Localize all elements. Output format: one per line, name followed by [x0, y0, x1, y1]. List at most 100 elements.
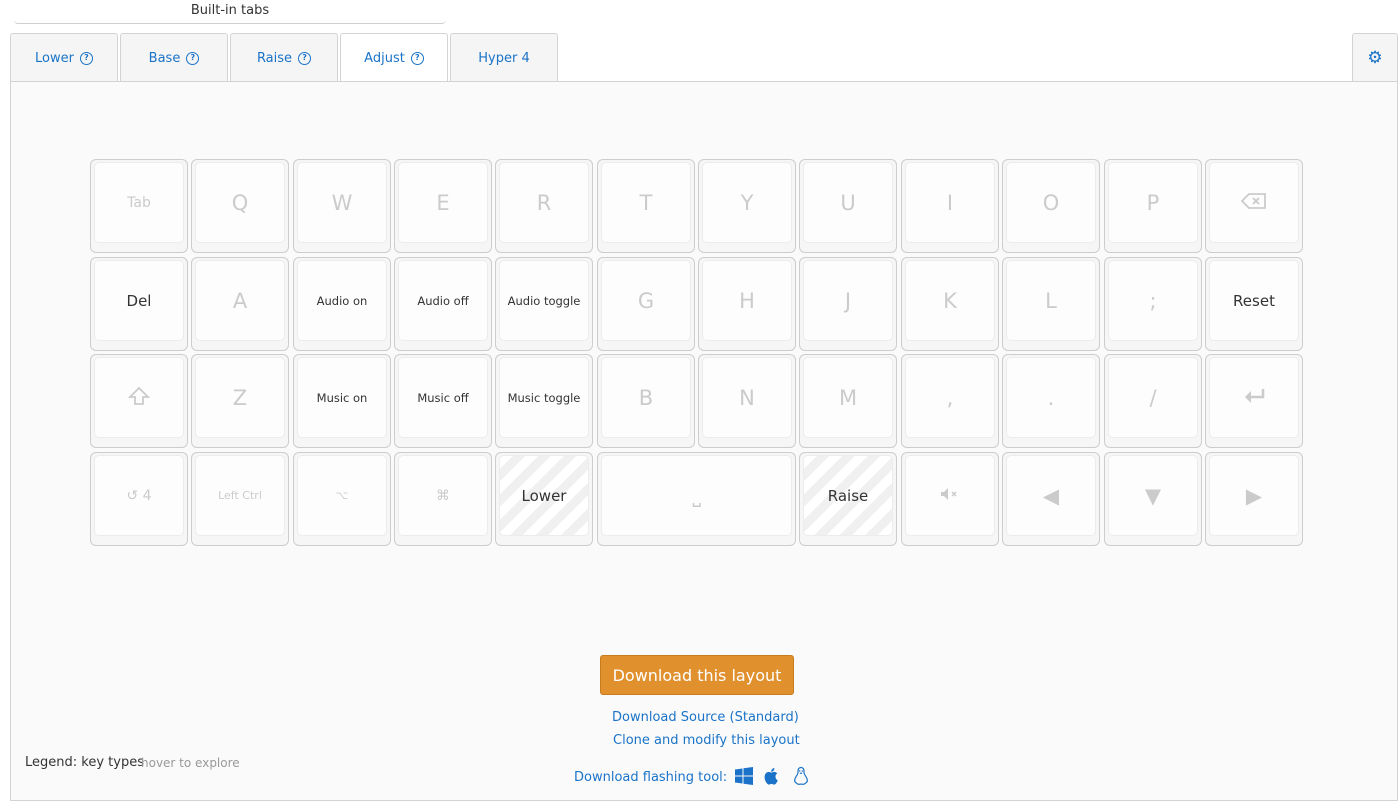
- help-icon[interactable]: ?: [186, 51, 200, 65]
- key-1-8[interactable]: K: [901, 257, 999, 351]
- keycap: Music toggle: [499, 357, 589, 438]
- key-2-4[interactable]: Music toggle: [495, 354, 593, 448]
- key-label: Z: [232, 385, 248, 410]
- key-1-0[interactable]: Del: [90, 257, 188, 351]
- keycap: Music on: [297, 357, 387, 438]
- keycap: A: [195, 260, 285, 341]
- gear-icon: ⚙: [1367, 48, 1383, 68]
- key-3-8[interactable]: ◀: [1002, 452, 1100, 546]
- keycap: W: [297, 162, 387, 243]
- key-0-10[interactable]: P: [1104, 159, 1202, 253]
- key-1-3[interactable]: Audio off: [394, 257, 492, 351]
- key-2-6[interactable]: N: [698, 354, 796, 448]
- enter-icon: [1241, 387, 1267, 409]
- key-label: ◀: [1042, 483, 1060, 508]
- key-1-2[interactable]: Audio on: [293, 257, 391, 351]
- key-3-7[interactable]: [901, 452, 999, 546]
- key-0-4[interactable]: R: [495, 159, 593, 253]
- tab-label: Lower: [35, 50, 74, 66]
- clone-layout-link[interactable]: Clone and modify this layout: [613, 733, 800, 748]
- tab-adjust[interactable]: Adjust ?: [340, 33, 448, 82]
- key-3-9[interactable]: ▼: [1104, 452, 1202, 546]
- key-1-9[interactable]: L: [1002, 257, 1100, 351]
- key-2-8[interactable]: ,: [901, 354, 999, 448]
- key-1-7[interactable]: J: [799, 257, 897, 351]
- key-0-6[interactable]: Y: [698, 159, 796, 253]
- key-0-9[interactable]: O: [1002, 159, 1100, 253]
- tab-raise[interactable]: Raise ?: [230, 33, 338, 82]
- key-0-8[interactable]: I: [901, 159, 999, 253]
- key-0-1[interactable]: Q: [191, 159, 289, 253]
- keycap: R: [499, 162, 589, 243]
- keycap: Lower: [499, 455, 589, 536]
- windows-icon[interactable]: [734, 766, 754, 786]
- linux-icon[interactable]: [791, 766, 811, 786]
- keycap: [1209, 357, 1299, 438]
- help-icon[interactable]: ?: [298, 51, 312, 65]
- key-0-3[interactable]: E: [394, 159, 492, 253]
- apple-icon[interactable]: [762, 766, 782, 786]
- settings-gear-button[interactable]: ⚙: [1352, 33, 1398, 82]
- key-label: ⌘: [436, 487, 450, 504]
- key-label: O: [1042, 190, 1060, 215]
- key-label: ▼: [1144, 483, 1162, 508]
- help-icon[interactable]: ?: [79, 51, 93, 65]
- key-2-9[interactable]: .: [1002, 354, 1100, 448]
- help-icon[interactable]: ?: [410, 51, 424, 65]
- key-1-4[interactable]: Audio toggle: [495, 257, 593, 351]
- key-1-1[interactable]: A: [191, 257, 289, 351]
- key-3-5[interactable]: ⎵: [597, 452, 797, 546]
- tab-lower[interactable]: Lower ?: [10, 33, 118, 82]
- key-label: M: [838, 385, 858, 410]
- keycap: Q: [195, 162, 285, 243]
- keycap: U: [803, 162, 893, 243]
- keycap: Tab: [94, 162, 184, 243]
- key-2-1[interactable]: Z: [191, 354, 289, 448]
- key-label: Tab: [127, 194, 151, 211]
- download-source-link[interactable]: Download Source (Standard): [612, 710, 799, 725]
- key-1-6[interactable]: H: [698, 257, 796, 351]
- tab-base[interactable]: Base ?: [120, 33, 228, 82]
- key-1-11[interactable]: Reset: [1205, 257, 1303, 351]
- key-1-10[interactable]: ;: [1104, 257, 1202, 351]
- key-3-3[interactable]: ⌘: [394, 452, 492, 546]
- keycap: Y: [702, 162, 792, 243]
- key-2-2[interactable]: Music on: [293, 354, 391, 448]
- key-3-2[interactable]: ⌥: [293, 452, 391, 546]
- key-2-5[interactable]: B: [597, 354, 695, 448]
- key-0-11[interactable]: [1205, 159, 1303, 253]
- key-2-0[interactable]: [90, 354, 188, 448]
- key-2-10[interactable]: /: [1104, 354, 1202, 448]
- key-3-1[interactable]: Left Ctrl: [191, 452, 289, 546]
- key-label: G: [637, 288, 655, 313]
- keycap: ⌘: [398, 455, 488, 536]
- tab-hyper-4[interactable]: Hyper 4: [450, 33, 558, 82]
- key-3-10[interactable]: ▶: [1205, 452, 1303, 546]
- keycap: Audio off: [398, 260, 488, 341]
- key-label: Music on: [316, 390, 368, 405]
- keycap: Audio toggle: [499, 260, 589, 341]
- key-label: J: [844, 288, 852, 313]
- key-3-6[interactable]: Raise: [799, 452, 897, 546]
- key-label: L: [1045, 288, 1057, 313]
- key-2-3[interactable]: Music off: [394, 354, 492, 448]
- key-0-0[interactable]: Tab: [90, 159, 188, 253]
- keycap: ◀: [1006, 455, 1096, 536]
- key-label: W: [331, 190, 353, 215]
- key-label: Y: [740, 190, 754, 215]
- key-0-2[interactable]: W: [293, 159, 391, 253]
- key-3-0[interactable]: ↺ 4: [90, 452, 188, 546]
- shift-icon: [127, 386, 151, 410]
- download-layout-button[interactable]: Download this layout: [600, 655, 794, 695]
- key-label: E: [436, 190, 450, 215]
- key-0-5[interactable]: T: [597, 159, 695, 253]
- legend-hint[interactable]: hover to explore: [141, 756, 240, 770]
- key-1-5[interactable]: G: [597, 257, 695, 351]
- keycap: ⎵: [601, 455, 793, 536]
- key-2-11[interactable]: [1205, 354, 1303, 448]
- keycap: J: [803, 260, 893, 341]
- key-2-7[interactable]: M: [799, 354, 897, 448]
- key-label: Audio off: [417, 293, 469, 308]
- key-0-7[interactable]: U: [799, 159, 897, 253]
- key-3-4[interactable]: Lower: [495, 452, 593, 546]
